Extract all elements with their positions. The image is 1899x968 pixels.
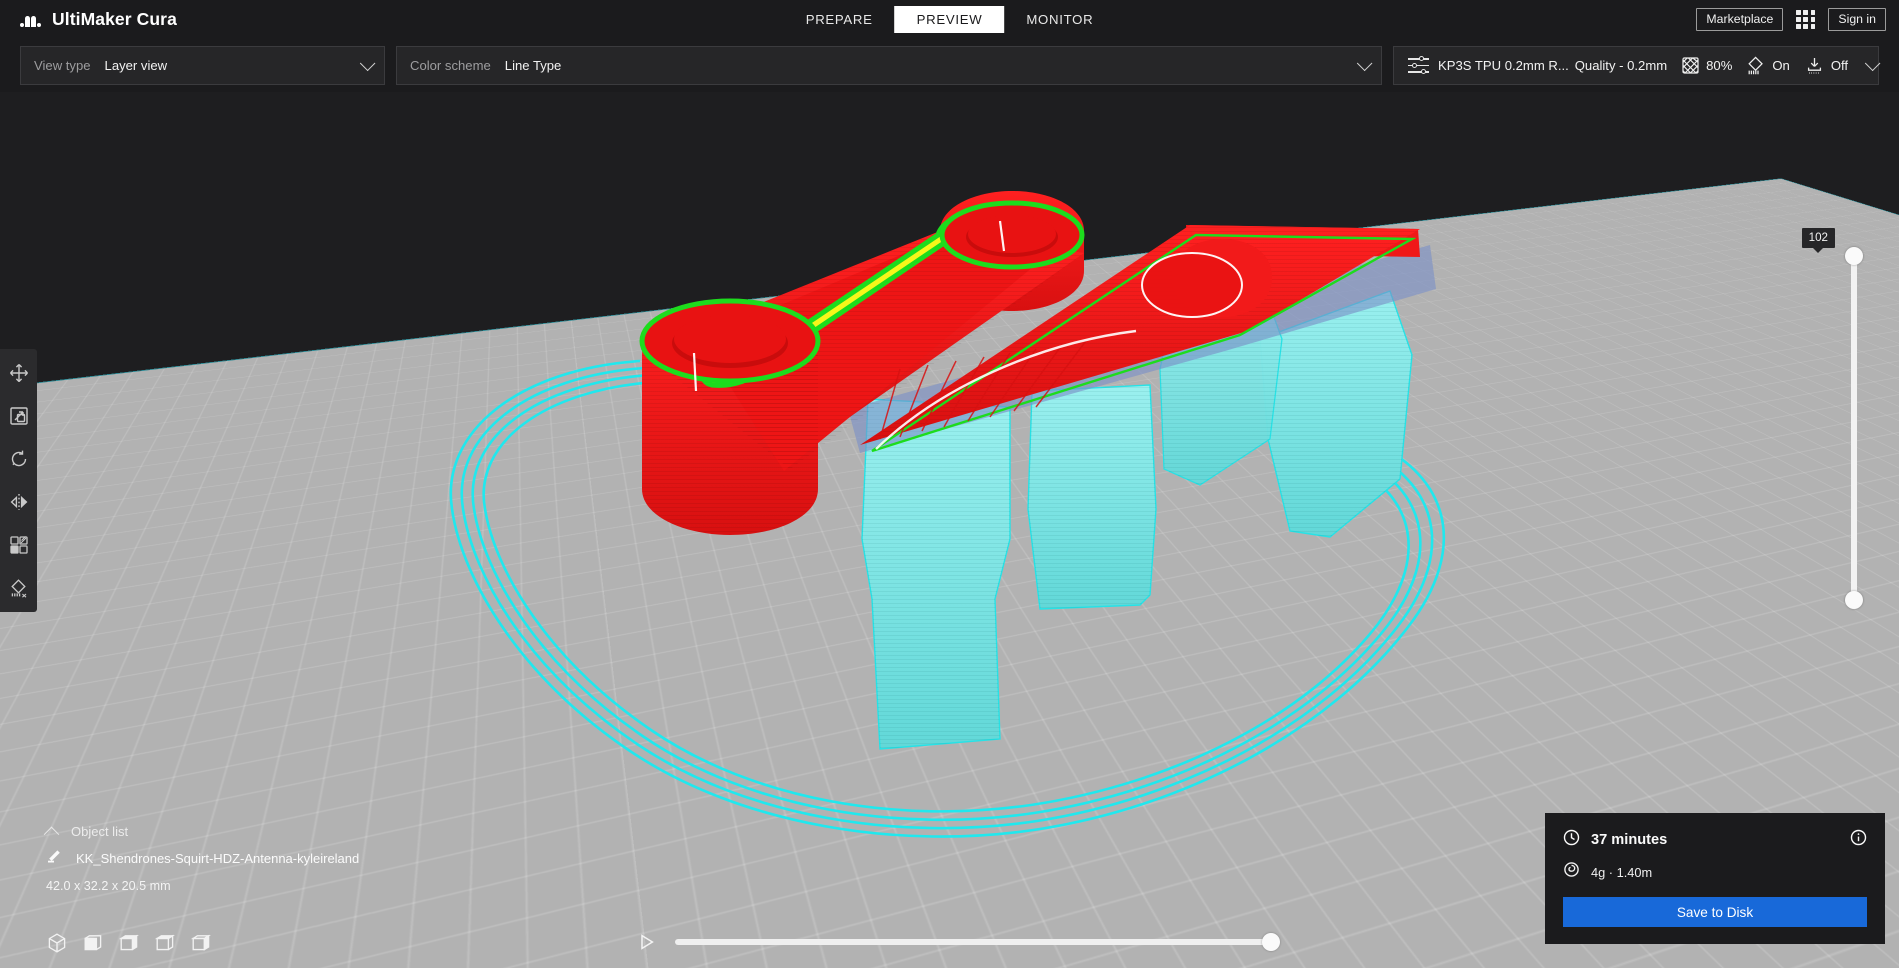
view-front-button[interactable] <box>82 932 104 954</box>
filament-spool-icon <box>1563 861 1580 883</box>
application-title-bar: UltiMaker Cura PREPARE PREVIEW MONITOR M… <box>0 0 1899 39</box>
apps-grid-icon[interactable] <box>1796 10 1815 29</box>
clock-icon <box>1563 829 1580 851</box>
infill-value: 80% <box>1706 58 1732 73</box>
sign-in-button[interactable]: Sign in <box>1828 8 1886 32</box>
move-tool-button[interactable] <box>4 358 34 388</box>
scale-tool-button[interactable] <box>4 401 34 431</box>
view-type-dropdown[interactable]: View type Layer view <box>20 46 385 85</box>
layer-number-tooltip: 102 <box>1802 228 1835 248</box>
quality-profile-value: Quality - 0.2mm <box>1575 58 1667 73</box>
per-model-settings-icon <box>9 535 29 555</box>
move-arrows-icon <box>9 363 29 383</box>
infill-summary: 80% <box>1682 57 1732 74</box>
layer-slider-track <box>1851 256 1857 600</box>
stage-menu: PREPARE PREVIEW MONITOR <box>784 0 1116 39</box>
chevron-down-icon <box>1865 56 1881 72</box>
color-scheme-dropdown[interactable]: Color scheme Line Type <box>396 46 1382 85</box>
layer-slider-lower-handle[interactable] <box>1845 591 1863 609</box>
view-type-label: View type <box>34 58 91 73</box>
adhesion-value: Off <box>1831 58 1848 73</box>
print-setup-selector[interactable]: KP3S TPU 0.2mm R... Quality - 0.2mm 80% <box>1393 46 1879 85</box>
object-dimensions: 42.0 x 32.2 x 20.5 mm <box>46 879 359 893</box>
view-right-button[interactable] <box>190 932 212 954</box>
cura-application-window: Object list KK_Shendrones-Squirt-HDZ-Ant… <box>0 0 1899 968</box>
simulation-slider-track <box>675 939 1280 945</box>
chevron-up-icon <box>44 827 60 843</box>
brand: UltiMaker Cura <box>20 9 177 30</box>
simulation-playback-bar <box>640 933 1280 951</box>
adhesion-summary: Off <box>1805 56 1848 75</box>
print-information-panel: 37 minutes 4g · 1.40m Save to Disk <box>1545 813 1885 944</box>
view-type-value: Layer view <box>105 58 168 73</box>
mirror-icon <box>9 492 29 512</box>
per-model-settings-tool-button[interactable] <box>4 530 34 560</box>
view-top-button[interactable] <box>118 932 140 954</box>
list-item[interactable]: KK_Shendrones-Squirt-HDZ-Antenna-kyleire… <box>46 847 359 869</box>
rotate-icon <box>9 449 29 469</box>
view-left-button[interactable] <box>154 932 176 954</box>
app-title: UltiMaker Cura <box>52 9 177 30</box>
simulation-slider-handle[interactable] <box>1262 933 1280 951</box>
tab-preview[interactable]: PREVIEW <box>895 6 1005 33</box>
info-circle-icon[interactable] <box>1850 829 1867 851</box>
preview-settings-bar: View type Layer view Color scheme Line T… <box>0 39 1899 92</box>
print-time-row: 37 minutes <box>1563 829 1867 851</box>
layer-slider[interactable]: 102 <box>1845 247 1863 609</box>
support-summary: On <box>1747 56 1789 75</box>
object-list-panel: Object list KK_Shendrones-Squirt-HDZ-Ant… <box>46 824 359 893</box>
material-usage-row: 4g · 1.40m <box>1563 861 1867 883</box>
color-scheme-value: Line Type <box>505 58 562 73</box>
object-list-toggle[interactable]: Object list <box>46 824 359 839</box>
sliders-icon <box>1408 57 1429 74</box>
scale-icon <box>9 406 29 426</box>
account-area: Marketplace Sign in <box>1696 0 1886 39</box>
tab-monitor[interactable]: MONITOR <box>1004 6 1115 33</box>
left-toolbar <box>0 349 37 612</box>
tab-prepare[interactable]: PREPARE <box>784 6 895 33</box>
infill-pattern-icon <box>1682 57 1699 74</box>
simulation-slider[interactable] <box>675 933 1280 951</box>
object-name: KK_Shendrones-Squirt-HDZ-Antenna-kyleire… <box>76 851 359 866</box>
play-triangle-icon[interactable] <box>640 934 654 950</box>
layer-slider-upper-handle[interactable]: 102 <box>1845 247 1863 265</box>
print-time-value: 37 minutes <box>1591 832 1667 848</box>
support-icon <box>1747 56 1765 75</box>
rotate-tool-button[interactable] <box>4 444 34 474</box>
adhesion-icon <box>1805 56 1824 75</box>
chevron-down-icon <box>360 56 376 72</box>
3d-viewport[interactable]: Object list KK_Shendrones-Squirt-HDZ-Ant… <box>0 39 1899 968</box>
printer-material-value: KP3S TPU 0.2mm R... <box>1438 58 1569 73</box>
support-value: On <box>1772 58 1789 73</box>
mesh-type-icon <box>46 847 63 869</box>
color-scheme-label: Color scheme <box>410 58 491 73</box>
mirror-tool-button[interactable] <box>4 487 34 517</box>
material-usage-value: 4g · 1.40m <box>1591 865 1652 880</box>
save-to-disk-button[interactable]: Save to Disk <box>1563 897 1867 927</box>
object-list-header: Object list <box>71 824 128 839</box>
support-blocker-tool-button[interactable] <box>4 573 34 603</box>
marketplace-button[interactable]: Marketplace <box>1696 8 1783 32</box>
view-orientation-bar <box>46 932 212 954</box>
support-blocker-icon <box>9 578 29 598</box>
view-3d-button[interactable] <box>46 932 68 954</box>
ultimaker-logo-icon <box>20 12 43 27</box>
chevron-down-icon <box>1357 56 1373 72</box>
